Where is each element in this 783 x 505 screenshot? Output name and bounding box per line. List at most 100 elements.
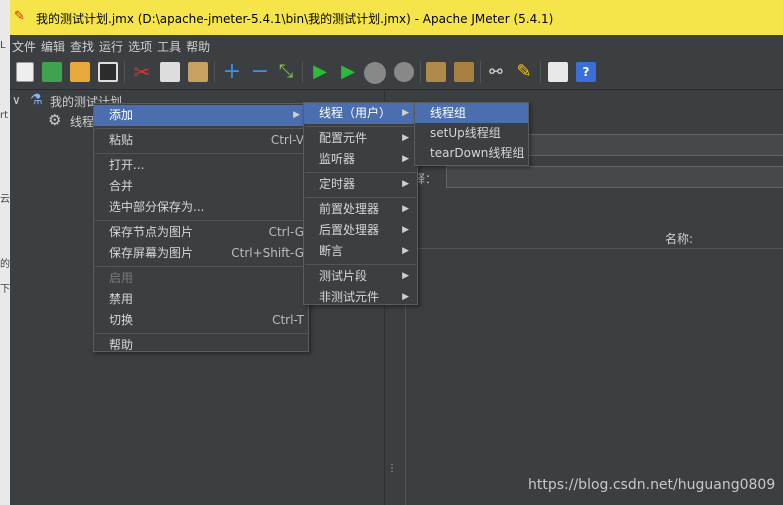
toolbar-separator xyxy=(302,61,303,83)
submenu-arrow-icon: ▶ xyxy=(402,154,409,164)
search-icon[interactable]: ⚯ xyxy=(486,62,506,82)
jmeter-feather-icon: ✎ xyxy=(14,9,25,24)
stop-icon[interactable] xyxy=(364,62,386,84)
menu-item[interactable]: 配置元件 ▶ xyxy=(304,128,417,149)
submenu-arrow-icon: ▶ xyxy=(402,271,409,281)
menu-item[interactable]: 启用 xyxy=(94,268,308,289)
menu-item-label: 线程（用户） xyxy=(319,106,392,120)
menu-item[interactable]: 帮助 xyxy=(94,335,308,356)
submenu-arrow-icon: ▶ xyxy=(402,179,409,189)
save-icon[interactable] xyxy=(98,62,118,82)
menu-item-label: 测试片段 xyxy=(319,269,368,283)
menu-item-label: 粘贴 xyxy=(109,133,134,147)
menu-item-label: 添加 xyxy=(109,108,134,122)
toolbar-separator xyxy=(420,61,421,83)
add-submenu: 线程（用户） ▶ 配置元件 ▶ 监听器 ▶ 定时器 ▶ 前置处理器 ▶ 后置处理器 ▶ 断言 ▶ 测试片段 ▶… xyxy=(303,102,418,305)
cut-icon[interactable]: ✂ xyxy=(132,62,152,82)
shutdown-icon[interactable] xyxy=(394,62,414,82)
background-window-strip: L rt 云 的 下 xyxy=(0,0,10,505)
start-no-pause-icon[interactable]: ▶ xyxy=(338,62,358,82)
threads-submenu: 线程组 setUp线程组 tearDown线程组 xyxy=(414,102,529,166)
paste-icon[interactable] xyxy=(188,62,208,82)
tree-node-thread[interactable]: 线程 xyxy=(70,113,94,130)
menu-item[interactable]: 粘贴 Ctrl-V xyxy=(94,130,308,151)
menu-item[interactable]: 禁用 xyxy=(94,289,308,310)
menu-item-label: 保存节点为图片 xyxy=(109,225,194,239)
menu-item[interactable]: 后置处理器 ▶ xyxy=(304,220,417,241)
gear-icon: ⚙ xyxy=(48,111,62,129)
new-icon[interactable] xyxy=(16,62,34,82)
toggle-icon[interactable]: ⤡ xyxy=(276,62,296,82)
menu-item[interactable]: 线程组 xyxy=(415,103,528,123)
start-icon[interactable]: ▶ xyxy=(310,62,330,82)
menu-item-label: setUp线程组 xyxy=(430,126,501,140)
open-icon[interactable] xyxy=(70,62,90,82)
menu-item[interactable]: 线程（用户） ▶ xyxy=(304,103,417,124)
menu-item[interactable]: tearDown线程组 xyxy=(415,143,528,163)
menu-item[interactable]: 非测试元件 ▶ xyxy=(304,287,417,308)
help-icon[interactable]: ? xyxy=(576,62,596,82)
clear-icon[interactable] xyxy=(426,62,446,82)
function-helper-icon[interactable] xyxy=(548,62,568,82)
menu-item-label: 断言 xyxy=(319,244,344,258)
menu-item-label: 非测试元件 xyxy=(319,290,380,304)
menu-item[interactable]: 前置处理器 ▶ xyxy=(304,199,417,220)
clear-all-icon[interactable] xyxy=(454,62,474,82)
menu-item-label: 启用 xyxy=(109,271,134,285)
menu-item[interactable]: 定时器 ▶ xyxy=(304,174,417,195)
submenu-arrow-icon: ▶ xyxy=(402,204,409,214)
strip-char: L xyxy=(0,40,6,51)
menu-item-label: 选中部分保存为... xyxy=(109,200,205,214)
menu-item-label: 帮助 xyxy=(109,338,134,352)
watermark: https://blog.csdn.net/huguang0809 xyxy=(528,477,776,493)
menu-item[interactable]: 保存节点为图片 Ctrl-G xyxy=(94,222,308,243)
toolbar: ✂ + − ⤡ ▶ ▶ ⚯ ✎ ? xyxy=(10,55,783,90)
toolbar-separator xyxy=(480,61,481,83)
menu-bar: 文件 编辑 查找 运行 选项 工具 帮助 xyxy=(10,35,783,55)
menu-separator xyxy=(305,126,416,127)
menu-item[interactable]: 添加 ▶ xyxy=(94,105,308,126)
menu-item[interactable]: 测试片段 ▶ xyxy=(304,266,417,287)
menu-item[interactable]: 监听器 ▶ xyxy=(304,149,417,170)
toolbar-separator xyxy=(214,61,215,83)
collapse-icon[interactable]: − xyxy=(250,61,270,83)
column-header-name: 名称: xyxy=(665,232,694,246)
menu-item-accelerator: Ctrl-T xyxy=(272,313,304,327)
toolbar-separator xyxy=(540,61,541,83)
menu-separator xyxy=(305,197,416,198)
menu-item[interactable]: setUp线程组 xyxy=(415,123,528,143)
menu-separator xyxy=(305,172,416,173)
menu-item[interactable]: 打开... xyxy=(94,155,308,176)
menu-item-accelerator: Ctrl+Shift-G xyxy=(231,246,304,260)
strip-char: 下 xyxy=(0,284,10,295)
menu-5[interactable]: 工具 xyxy=(155,35,184,55)
menu-item[interactable]: 切换 Ctrl-T xyxy=(94,310,308,331)
templates-icon[interactable] xyxy=(42,62,62,82)
toolbar-separator xyxy=(124,61,125,83)
menu-4[interactable]: 选项 xyxy=(126,35,155,55)
menu-2[interactable]: 查找 xyxy=(68,35,97,55)
flask-icon: ⚗ xyxy=(30,92,43,108)
reset-search-icon[interactable]: ✎ xyxy=(514,62,534,82)
menu-6[interactable]: 帮助 xyxy=(184,35,213,55)
menu-separator xyxy=(95,333,307,334)
menu-item-label: 线程组 xyxy=(430,106,467,120)
menu-item-accelerator: Ctrl-V xyxy=(270,133,304,147)
menu-item-label: 定时器 xyxy=(319,177,356,191)
menu-separator xyxy=(305,264,416,265)
menu-item[interactable]: 保存屏幕为图片 Ctrl+Shift-G xyxy=(94,243,308,264)
tree-expand-icon[interactable]: ∨ xyxy=(12,93,21,107)
menu-item[interactable]: 选中部分保存为... xyxy=(94,197,308,218)
comment-field[interactable] xyxy=(446,166,783,188)
menu-separator xyxy=(95,128,307,129)
menu-item[interactable]: 断言 ▶ xyxy=(304,241,417,262)
context-menu: 添加 ▶ 粘贴 Ctrl-V 打开... 合并 选中部分保存为... 保存节点为图片 Ctrl-… xyxy=(93,103,309,352)
menu-3[interactable]: 运行 xyxy=(97,35,126,55)
menu-item[interactable]: 合并 xyxy=(94,176,308,197)
copy-icon[interactable] xyxy=(160,62,180,82)
strip-char: rt xyxy=(0,110,9,121)
expand-icon[interactable]: + xyxy=(222,61,242,83)
submenu-arrow-icon: ▶ xyxy=(402,108,409,118)
menu-1[interactable]: 编辑 xyxy=(39,35,68,55)
menu-0[interactable]: 文件 xyxy=(10,35,39,55)
